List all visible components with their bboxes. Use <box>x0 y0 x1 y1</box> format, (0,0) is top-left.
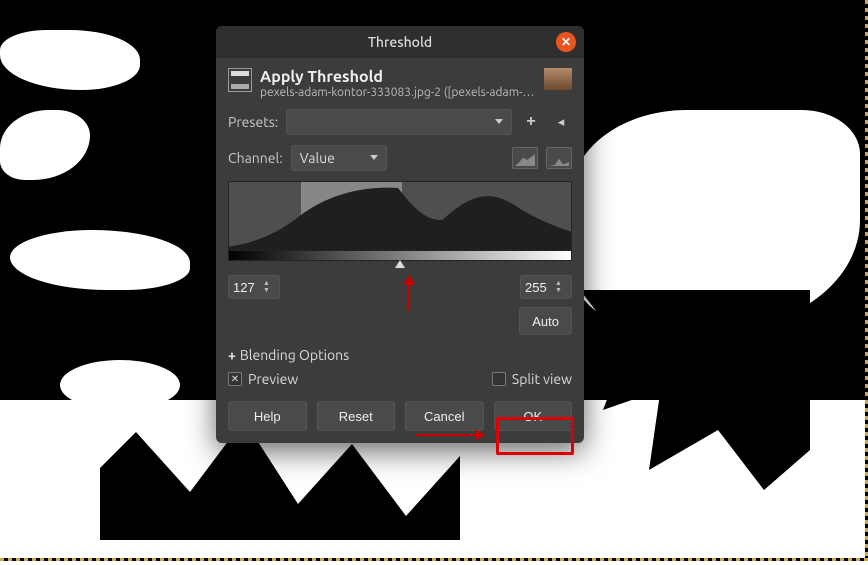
spin-down-icon[interactable]: ▼ <box>555 287 562 294</box>
channel-value: Value <box>300 150 335 166</box>
preview-label: Preview <box>248 371 298 387</box>
low-threshold-input[interactable] <box>229 280 263 295</box>
annotation-arrow-right <box>415 434 483 436</box>
high-threshold-spinner[interactable]: ▲▼ <box>520 275 572 299</box>
annotation-arrow-up <box>403 275 415 285</box>
auto-button[interactable]: Auto <box>519 307 572 335</box>
header-title: Apply Threshold <box>260 68 536 86</box>
spin-down-icon[interactable]: ▼ <box>263 287 270 294</box>
expand-icon: + <box>228 347 236 363</box>
histogram-curve <box>229 182 571 251</box>
add-preset-button[interactable] <box>520 111 542 133</box>
dialog-titlebar[interactable]: Threshold ✕ <box>216 26 584 58</box>
help-button[interactable]: Help <box>228 401 307 431</box>
close-icon: ✕ <box>561 35 571 49</box>
close-button[interactable]: ✕ <box>556 32 576 52</box>
splitview-label: Split view <box>512 371 572 387</box>
ok-button[interactable]: OK <box>494 401 573 431</box>
threshold-tool-icon <box>228 68 252 92</box>
threshold-track[interactable] <box>228 261 572 271</box>
dialog-title: Threshold <box>368 34 432 50</box>
histogram-linear-icon[interactable] <box>512 147 538 169</box>
chevron-down-icon <box>370 155 378 160</box>
histogram-log-icon[interactable] <box>546 147 572 169</box>
preview-checkbox[interactable]: Preview <box>228 371 298 387</box>
blending-options-label: Blending Options <box>240 347 349 363</box>
image-thumbnail <box>544 68 572 90</box>
reset-button[interactable]: Reset <box>317 401 396 431</box>
checkbox-checked-icon <box>228 372 242 386</box>
checkbox-icon <box>492 372 506 386</box>
threshold-handle[interactable] <box>395 260 405 268</box>
low-threshold-spinner[interactable]: ▲▼ <box>228 275 280 299</box>
blending-options-disclose[interactable]: + Blending Options <box>228 347 572 363</box>
channel-select[interactable]: Value <box>291 145 387 171</box>
presets-select[interactable] <box>286 109 512 135</box>
cancel-button[interactable]: Cancel <box>405 401 484 431</box>
preset-menu-button[interactable] <box>550 111 572 133</box>
splitview-checkbox[interactable]: Split view <box>492 371 572 387</box>
threshold-dialog: Threshold ✕ Apply Threshold pexels-adam-… <box>216 26 584 443</box>
histogram[interactable] <box>228 181 572 251</box>
chevron-down-icon <box>495 119 503 124</box>
header-subtitle: pexels-adam-kontor-333083.jpg-2 ([pexels… <box>260 86 536 99</box>
channel-label: Channel: <box>228 150 283 166</box>
high-threshold-input[interactable] <box>521 280 555 295</box>
presets-label: Presets: <box>228 114 278 130</box>
